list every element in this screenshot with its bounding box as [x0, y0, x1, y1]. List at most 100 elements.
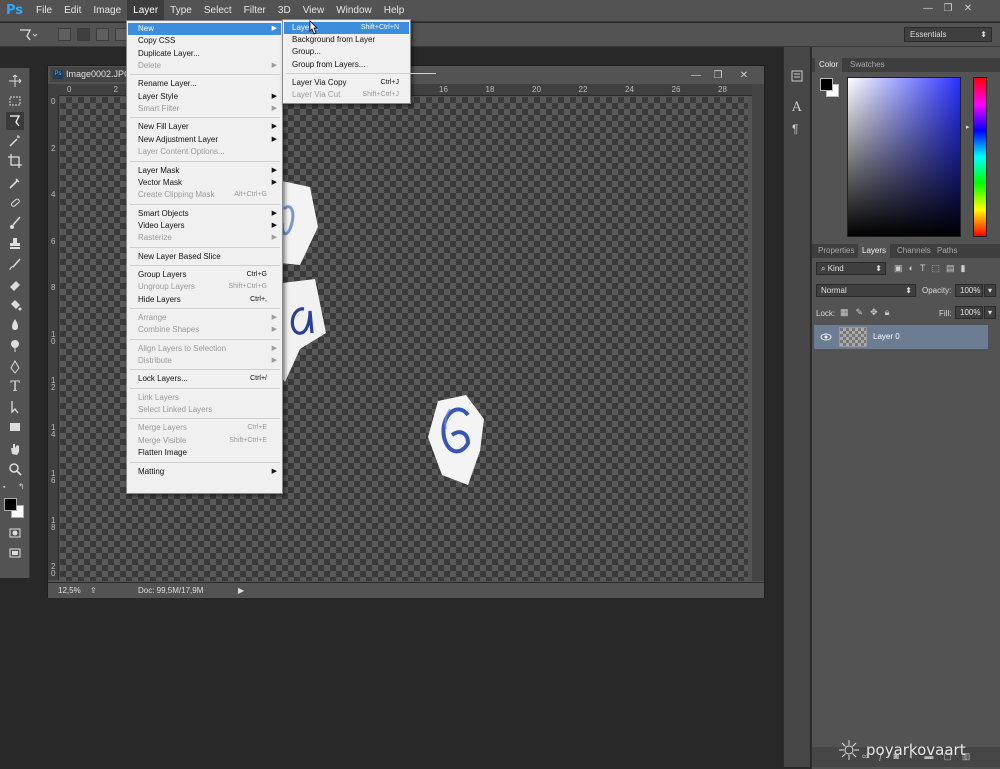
menu-item-group-layers[interactable]: Group Layers Ctrl+G [128, 269, 281, 281]
move-tool-icon[interactable] [6, 72, 24, 90]
lock-pixels-icon[interactable]: ✎ [856, 307, 864, 318]
type-filter-icon[interactable]: T [920, 263, 926, 274]
color-picker-field[interactable] [847, 77, 961, 237]
eraser-tool-icon[interactable] [6, 276, 24, 294]
filter-kind-select[interactable]: ⌕ Kind ⬍ [816, 262, 886, 275]
history-panel-icon[interactable] [790, 69, 804, 85]
magic-wand-tool-icon[interactable] [6, 132, 24, 150]
tab-color[interactable]: Color [815, 58, 843, 72]
clone-stamp-tool-icon[interactable] [6, 234, 24, 252]
zoom-tool-icon[interactable] [6, 460, 24, 478]
menu-item-lock-layers[interactable]: Lock Layers... Ctrl+/ [128, 373, 281, 385]
menu-file[interactable]: File [30, 0, 58, 22]
menu-item-video-layers[interactable]: Video Layers ▶ [128, 220, 281, 232]
dodge-tool-icon[interactable] [6, 336, 24, 354]
menu-layer[interactable]: Layer [127, 0, 165, 22]
lock-transparent-icon[interactable]: ▦ [840, 307, 849, 318]
adjustment-filter-icon[interactable]: ◐ [909, 263, 914, 274]
vertical-scrollbar[interactable] [752, 84, 764, 581]
menu-item-flatten-image[interactable]: Flatten Image [128, 447, 281, 459]
workspace-select[interactable]: Essentials ⬍ [904, 27, 992, 42]
layer-row[interactable]: Layer 0 [814, 325, 988, 349]
paint-bucket-tool-icon[interactable] [6, 296, 24, 314]
crop-tool-icon[interactable] [6, 152, 24, 170]
menu-image[interactable]: Image [87, 0, 127, 22]
doc-close-button[interactable]: ✕ [734, 67, 754, 83]
menu-item-new-adjustment-layer[interactable]: New Adjustment Layer ▶ [128, 134, 281, 146]
subtract-selection-button[interactable] [96, 28, 109, 41]
lock-position-icon[interactable]: ✥ [870, 307, 878, 318]
menu-item-group[interactable]: Group... [284, 46, 409, 58]
pixel-filter-icon[interactable]: ▣ [894, 263, 903, 274]
menu-item-layer-mask[interactable]: Layer Mask ▶ [128, 165, 281, 177]
fill-input[interactable]: 100% [955, 306, 983, 319]
add-selection-button[interactable] [77, 28, 90, 41]
history-brush-tool-icon[interactable] [6, 256, 24, 274]
color-foreground-swatch[interactable] [820, 78, 833, 91]
rectangle-tool-icon[interactable] [6, 418, 24, 436]
blur-tool-icon[interactable] [6, 316, 24, 334]
new-selection-button[interactable] [58, 28, 71, 41]
menu-select[interactable]: Select [198, 0, 238, 22]
foreground-color-swatch[interactable] [4, 498, 17, 511]
tab-channels[interactable]: Channels [893, 244, 935, 258]
paragraph-panel-icon[interactable]: ¶ [792, 122, 798, 136]
path-selection-tool-icon[interactable] [6, 398, 24, 416]
visibility-eye-icon[interactable] [820, 331, 832, 343]
document-tab[interactable]: Ps Image0002.JPG [50, 67, 138, 82]
menu-item-copy-css[interactable]: Copy CSS [128, 35, 281, 47]
share-icon[interactable]: ⇪ [90, 586, 97, 595]
menu-edit[interactable]: Edit [58, 0, 87, 22]
menu-item-vector-mask[interactable]: Vector Mask ▶ [128, 177, 281, 189]
menu-type[interactable]: Type [164, 0, 198, 22]
close-button[interactable]: ✕ [958, 0, 978, 16]
smart-object-filter-icon[interactable]: ▤ [946, 263, 955, 274]
character-panel-icon[interactable]: A [792, 100, 801, 115]
tab-properties[interactable]: Properties [814, 244, 858, 258]
menu-item-smart-objects[interactable]: Smart Objects ▶ [128, 208, 281, 220]
menu-item-new[interactable]: New ▶ [128, 23, 281, 35]
menu-item-layer[interactable]: Layer... Shift+Ctrl+N [284, 22, 409, 34]
screen-mode-icon[interactable] [6, 544, 24, 562]
shape-filter-icon[interactable]: ⬚ [931, 263, 940, 274]
marquee-tool-icon[interactable] [6, 92, 24, 110]
minimize-button[interactable]: — [918, 0, 938, 16]
hand-tool-icon[interactable] [6, 440, 24, 458]
menu-item-group-from-layers[interactable]: Group from Layers... [284, 59, 409, 71]
pen-tool-icon[interactable] [6, 358, 24, 376]
vertical-ruler[interactable]: 0 2 4 6 8 1 0 1 2 1 4 1 6 1 8 2 0 [48, 96, 59, 580]
fill-dropdown[interactable]: ▾ [984, 306, 996, 319]
lasso-tool-icon[interactable] [6, 112, 24, 130]
menu-filter[interactable]: Filter [238, 0, 272, 22]
blend-mode-select[interactable]: Normal ⬍ [816, 284, 916, 297]
menu-item-new-layer-based-slice[interactable]: New Layer Based Slice [128, 251, 281, 263]
menu-item-hide-layers[interactable]: Hide Layers Ctrl+, [128, 294, 281, 306]
lasso-preset-icon[interactable] [18, 28, 38, 44]
tab-layers[interactable]: Layers [858, 244, 891, 258]
opacity-input[interactable]: 100% [955, 284, 983, 297]
opacity-dropdown[interactable]: ▾ [984, 284, 996, 297]
tab-paths[interactable]: Paths [933, 244, 961, 258]
layer-name[interactable]: Layer 0 [873, 332, 900, 341]
filter-toggle-icon[interactable]: ▮ [960, 263, 965, 274]
menu-item-layer-via-copy[interactable]: Layer Via Copy Ctrl+J [284, 77, 409, 89]
brush-tool-icon[interactable] [6, 214, 24, 232]
eyedropper-tool-icon[interactable] [6, 174, 24, 192]
quick-mask-icon[interactable] [6, 524, 24, 542]
lock-all-icon[interactable]: 🔒︎ [885, 307, 890, 318]
menu-item-new-fill-layer[interactable]: New Fill Layer ▶ [128, 121, 281, 133]
menu-item-matting[interactable]: Matting ▶ [128, 466, 281, 478]
menu-item-duplicate-layer[interactable]: Duplicate Layer... [128, 48, 281, 60]
hue-slider[interactable] [973, 77, 987, 237]
tab-swatches[interactable]: Swatches [846, 58, 889, 72]
healing-brush-tool-icon[interactable] [6, 194, 24, 212]
status-arrow-icon[interactable]: ▶ [238, 586, 244, 595]
swap-colors-icon[interactable]: ↰ [18, 482, 25, 491]
menu-item-rename-layer[interactable]: Rename Layer... [128, 78, 281, 90]
zoom-level[interactable]: 12,5% [58, 586, 81, 595]
restore-button[interactable]: ❐ [938, 0, 958, 16]
doc-restore-button[interactable]: ❐ [708, 67, 728, 83]
menu-item-background-from-layer[interactable]: Background from Layer [284, 34, 409, 46]
default-colors-icon[interactable]: ▪ [3, 484, 5, 491]
menu-item-layer-style[interactable]: Layer Style ▶ [128, 91, 281, 103]
